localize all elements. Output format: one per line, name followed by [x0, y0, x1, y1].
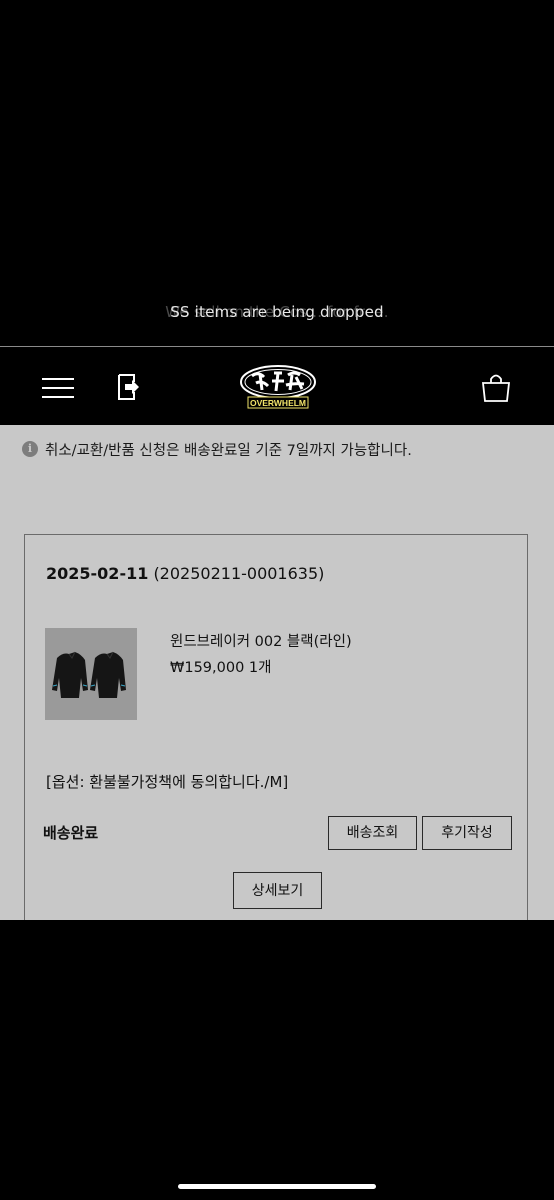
- notice-text: 취소/교환/반품 신청은 배송완료일 기준 7일까지 가능합니다.: [45, 442, 412, 459]
- product-thumbnail[interactable]: [45, 628, 137, 720]
- order-content: i 취소/교환/반품 신청은 배송완료일 기준 7일까지 가능합니다. 2025…: [0, 425, 554, 920]
- home-indicator[interactable]: [178, 1184, 376, 1189]
- logo-text: OVERWHELM: [250, 398, 306, 408]
- view-details-button[interactable]: 상세보기: [233, 872, 322, 909]
- order-number: (20250211-0001635): [153, 564, 325, 583]
- info-icon: i: [22, 441, 38, 457]
- order-header: 2025-02-11 (20250211-0001635): [46, 564, 324, 583]
- product-price: ₩159,000: [170, 660, 245, 676]
- shopping-bag-icon[interactable]: [481, 371, 511, 403]
- track-delivery-button[interactable]: 배송조회: [328, 816, 417, 850]
- hamburger-menu-icon[interactable]: [42, 378, 74, 398]
- site-header: OVERWHELM: [0, 347, 554, 425]
- return-policy-notice: i 취소/교환/반품 신청은 배송완료일 기준 7일까지 가능합니다.: [22, 438, 412, 460]
- order-status: 배송완료: [43, 824, 99, 842]
- product-price-qty: ₩159,000 1개: [170, 656, 272, 677]
- product-option: [옵션: 환불불가정책에 동의합니다./M]: [46, 773, 289, 791]
- order-date: 2025-02-11: [46, 564, 149, 583]
- write-review-button[interactable]: 후기작성: [422, 816, 512, 850]
- product-quantity: 1개: [248, 660, 272, 676]
- login-icon[interactable]: [116, 373, 142, 401]
- banner-text: SS items are being dropped: [170, 303, 384, 321]
- order-card: 2025-02-11 (20250211-0001635) 윈드브레이커 002…: [24, 534, 528, 920]
- product-name[interactable]: 윈드브레이커 002 블랙(라인): [170, 630, 352, 651]
- brand-logo[interactable]: OVERWHELM: [238, 363, 318, 411]
- promo-banner: We sell on the Cos... for free. SS items…: [0, 296, 554, 330]
